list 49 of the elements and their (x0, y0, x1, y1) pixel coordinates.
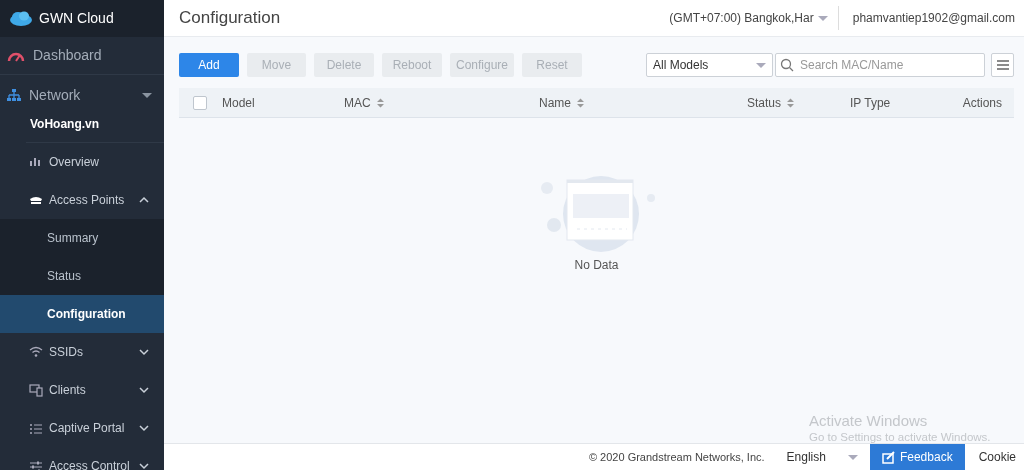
bar-chart-icon (29, 155, 43, 169)
timezone-selector[interactable]: (GMT+07:00) Bangkok,Har (669, 9, 814, 27)
sidebar-item[interactable]: Clients (0, 371, 164, 409)
copyright-text: © 2020 Grandstream Networks, Inc. (588, 449, 765, 465)
sort-icon (576, 97, 585, 108)
page-title: Configuration (179, 7, 282, 30)
list-icon (29, 421, 43, 435)
edit-icon (881, 450, 895, 464)
search-input[interactable]: Search MAC/Name (798, 55, 980, 75)
sidebar-item[interactable]: Access Control (0, 447, 164, 470)
column-header[interactable]: Status (747, 93, 782, 112)
site-name[interactable]: VoHoang.vn (0, 115, 164, 142)
sliders-icon (29, 459, 43, 470)
column-header: IP Type (850, 94, 891, 112)
network-icon (7, 89, 21, 101)
sidebar-item[interactable]: Captive Portal (0, 409, 164, 447)
brand-name: GWN Cloud (39, 9, 114, 28)
sidebar-item[interactable]: Access Points (0, 181, 164, 219)
account-email[interactable]: phamvantiep1902@gmail.com (838, 9, 1015, 27)
sort-icon (375, 97, 385, 108)
sidebar-item[interactable]: Overview (0, 143, 164, 181)
model-filter-dropdown[interactable]: All Models (646, 53, 773, 77)
caret-icon (756, 62, 766, 68)
submenu-item[interactable]: Configuration (0, 295, 164, 333)
search-icon (780, 58, 794, 72)
wifi-icon (29, 345, 43, 359)
empty-message: No Data (574, 257, 619, 274)
caret-icon (817, 15, 828, 21)
toolbar-button[interactable]: Add (179, 53, 239, 77)
submenu-item[interactable]: Status (0, 257, 164, 295)
cookie-link[interactable]: Cookie (978, 448, 1016, 466)
caret-icon (142, 92, 152, 98)
submenu-item[interactable]: Summary (0, 219, 164, 257)
column-header: Actions (962, 94, 1002, 112)
language-selector[interactable]: English (786, 448, 858, 466)
menu-icon (995, 59, 1010, 71)
devices-icon (29, 383, 43, 397)
select-all-checkbox[interactable] (193, 95, 207, 110)
caret-icon (847, 454, 858, 460)
menu-button[interactable] (991, 53, 1014, 77)
sidebar-item[interactable]: SSIDs (0, 333, 164, 371)
feedback-button[interactable]: Feedback (869, 443, 965, 470)
column-header[interactable]: MAC (344, 93, 371, 112)
sort-icon (786, 97, 796, 108)
search-field[interactable]: Search MAC/Name (775, 53, 985, 77)
column-header[interactable]: Name (539, 93, 571, 112)
column-header: Model (222, 94, 255, 112)
network-menu-item[interactable]: Network (29, 84, 134, 106)
cloud-logo-icon (9, 11, 33, 26)
